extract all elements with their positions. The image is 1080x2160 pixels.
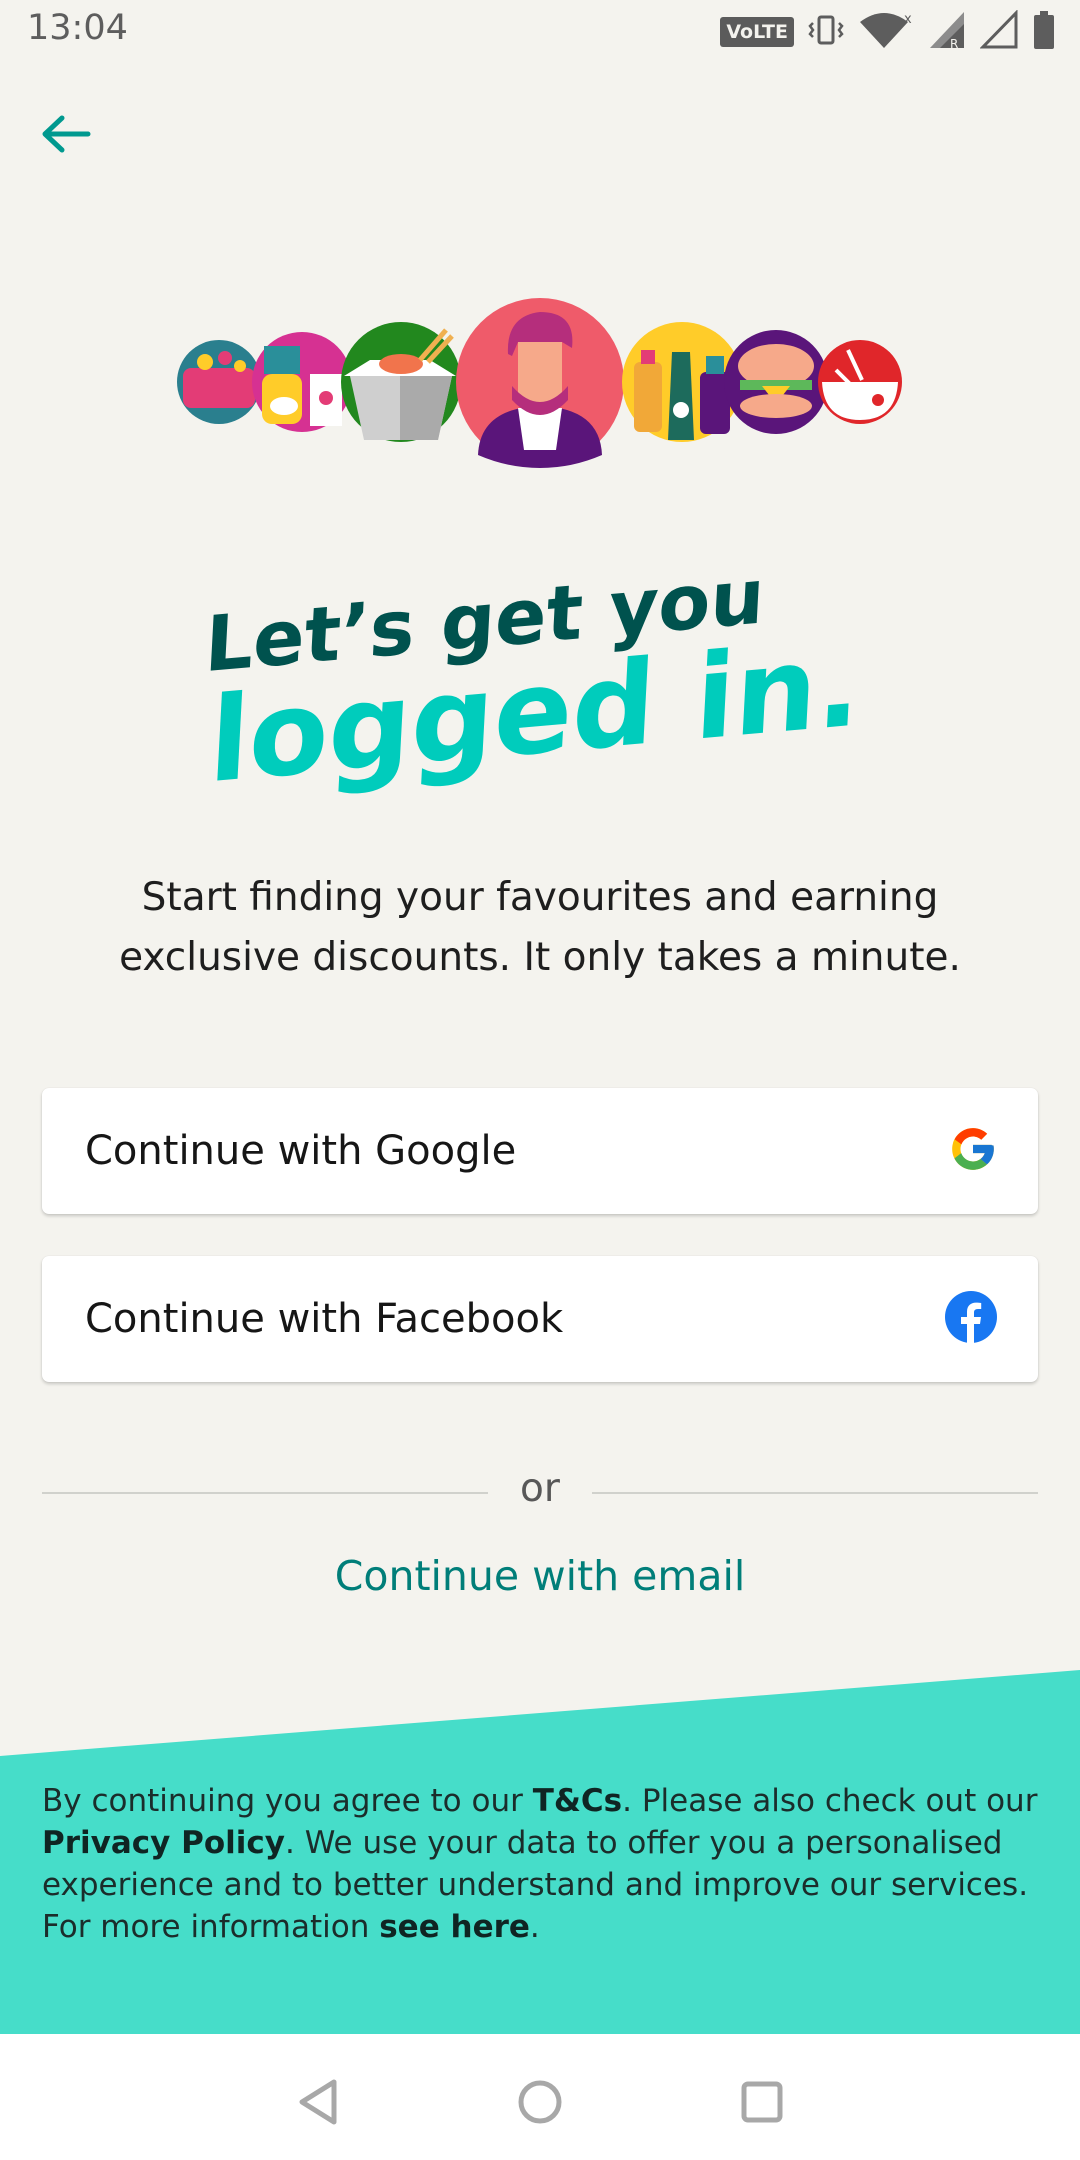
food-illustration xyxy=(0,290,1080,480)
facebook-button-label: Continue with Facebook xyxy=(85,1296,564,1342)
svg-text:R: R xyxy=(950,37,958,50)
subtitle-line1: Start finding your favourites and earnin… xyxy=(141,875,939,920)
see-here-link[interactable]: see here xyxy=(379,1909,530,1945)
subtitle-line2: exclusive discounts. It only takes a min… xyxy=(119,935,961,980)
back-triangle-icon[interactable] xyxy=(290,2072,350,2132)
legal-text: By continuing you agree to our T&Cs. Ple… xyxy=(42,1780,1042,1948)
legal-text-part1: By continuing you agree to our xyxy=(42,1783,533,1819)
headline: Let’s get you logged in. xyxy=(0,540,1080,809)
home-circle-icon[interactable] xyxy=(510,2072,570,2132)
wifi-icon: x xyxy=(858,10,914,54)
or-divider: or xyxy=(42,1466,1038,1522)
continue-with-google-button[interactable]: Continue with Google xyxy=(42,1088,1038,1214)
or-text: or xyxy=(520,1466,560,1511)
status-icons: VoLTE x R xyxy=(720,9,1056,54)
recents-square-icon[interactable] xyxy=(732,2072,792,2132)
privacy-policy-link[interactable]: Privacy Policy xyxy=(42,1825,285,1861)
subtitle: Start finding your favourites and earnin… xyxy=(60,868,1020,988)
legal-text-part4: . xyxy=(529,1909,540,1945)
signal-empty-icon xyxy=(979,9,1018,54)
battery-icon xyxy=(1032,10,1056,54)
facebook-icon xyxy=(944,1290,998,1348)
google-icon xyxy=(948,1124,998,1178)
svg-text:x: x xyxy=(904,12,912,27)
signal-icon: R xyxy=(928,10,966,54)
continue-with-email-link[interactable]: Continue with email xyxy=(0,1552,1080,1600)
status-bar: 13:04 VoLTE x R xyxy=(0,0,1080,64)
tcs-link[interactable]: T&Cs xyxy=(533,1783,622,1819)
system-nav-bar xyxy=(0,2034,1080,2160)
arrow-left-icon xyxy=(40,114,92,158)
divider-line-right xyxy=(592,1492,1038,1494)
back-button[interactable] xyxy=(40,110,110,162)
status-time: 13:04 xyxy=(27,8,128,48)
continue-with-facebook-button[interactable]: Continue with Facebook xyxy=(42,1256,1038,1382)
legal-text-part2: . Please also check out our xyxy=(622,1783,1038,1819)
volte-badge: VoLTE xyxy=(720,17,794,47)
google-button-label: Continue with Google xyxy=(85,1128,517,1174)
vibrate-icon xyxy=(808,12,844,52)
